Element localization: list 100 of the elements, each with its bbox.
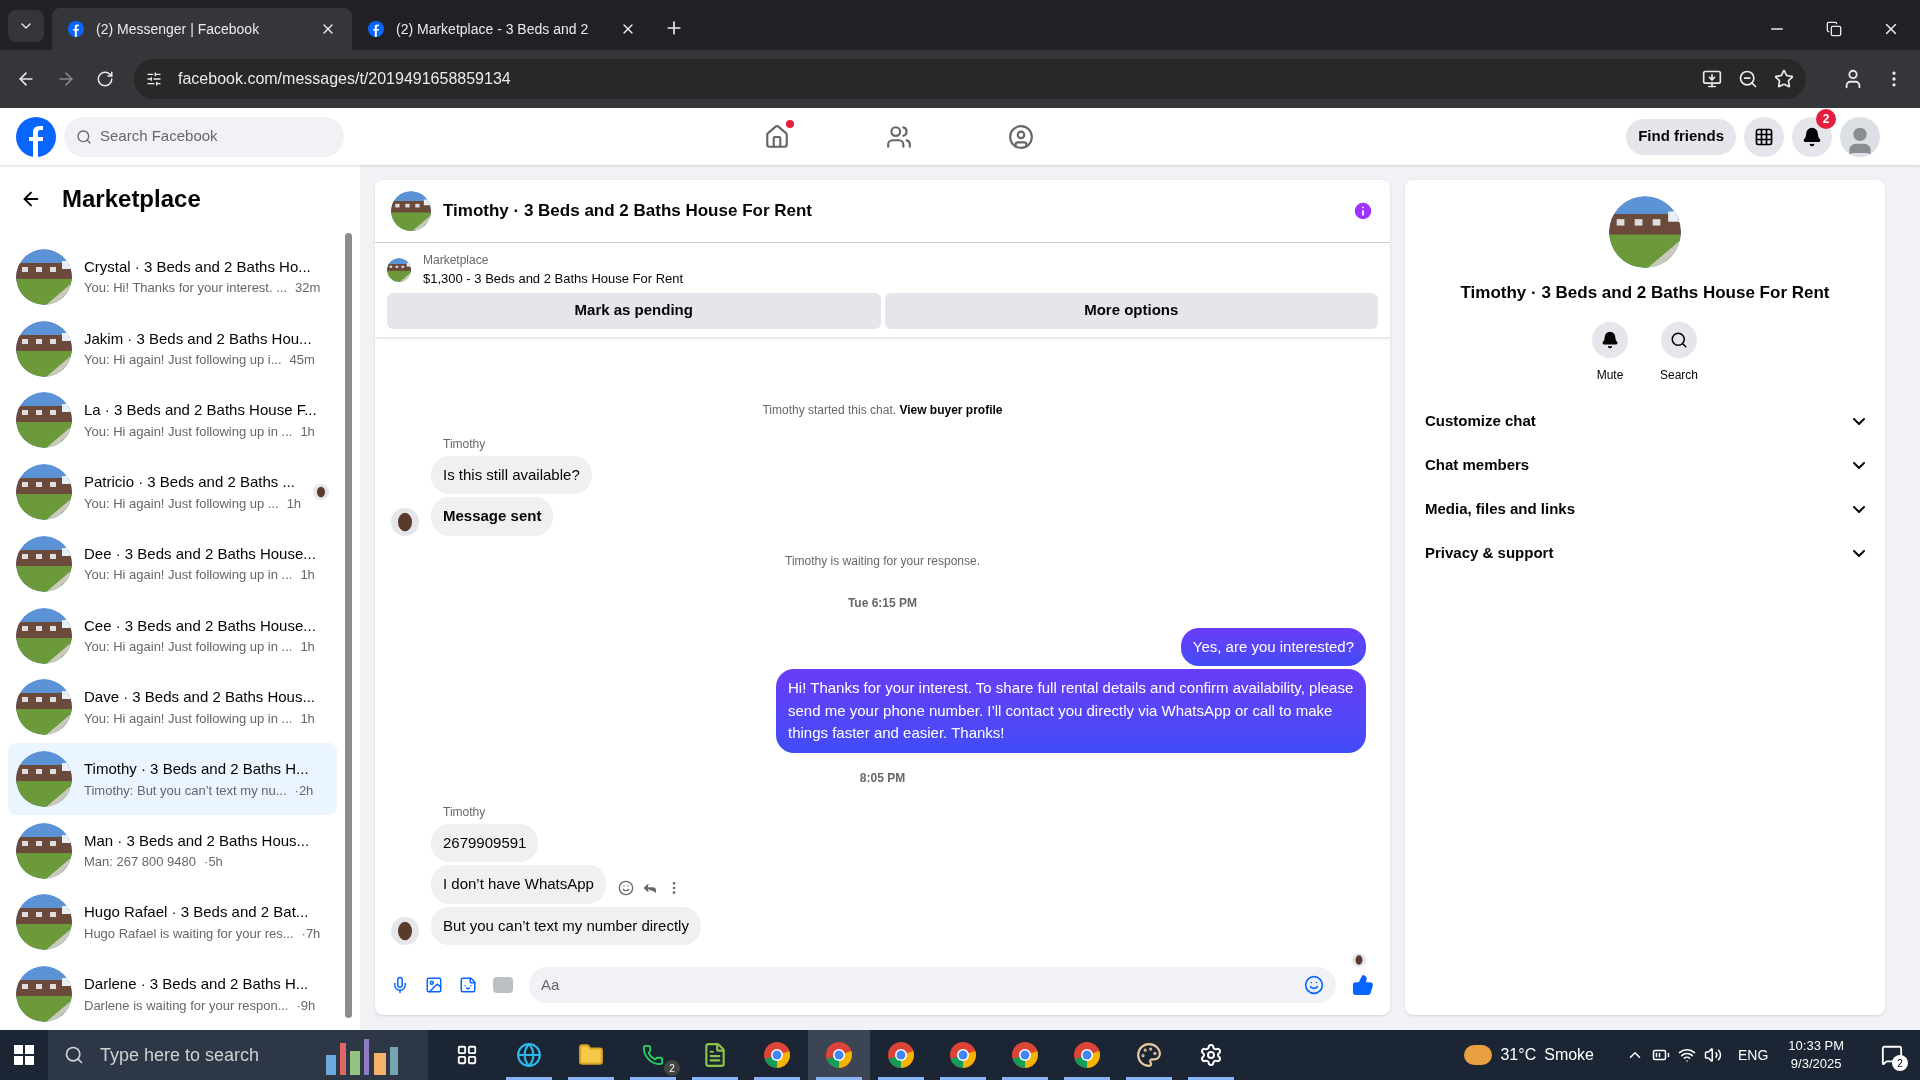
conversation-time: 32m [295, 279, 321, 298]
conversation-item[interactable]: Cee · 3 Beds and 2 Baths House... You: Hi again! Just following up in ... 1h [8, 599, 338, 672]
search-field[interactable]: Search Facebook [64, 116, 344, 157]
chrome-icon[interactable] [825, 1041, 853, 1069]
microphone-icon[interactable] [391, 976, 409, 994]
photo-icon[interactable] [425, 976, 443, 994]
timestamp: Tue 6:15 PM [847, 594, 918, 612]
site-info-icon[interactable] [146, 71, 162, 87]
conversation-title: Dee · 3 Beds and 2 Baths House... [84, 543, 317, 564]
notification-count: 2 [1892, 1055, 1908, 1071]
like-icon[interactable] [1352, 974, 1374, 996]
search-button[interactable] [1661, 321, 1697, 358]
conversation-preview: You: Hi again! Just following up in ... [84, 422, 293, 441]
bookmark-star-icon[interactable] [1774, 69, 1794, 89]
sender-name: Timothy [443, 435, 487, 453]
message-bubble: Message sent [431, 497, 554, 536]
mute-button[interactable] [1592, 321, 1628, 358]
conversation-time: 1h [300, 709, 315, 728]
chrome-icon[interactable] [949, 1041, 977, 1069]
conversation-item[interactable]: Dave · 3 Beds and 2 Baths Hous... You: Hi again! Just following up in ... 1h [8, 671, 338, 744]
chat-app-icon[interactable] [642, 1044, 664, 1066]
message-bubble: Yes, are you interested? [1180, 627, 1366, 666]
avatar-icon [1352, 953, 1366, 967]
browser-tab[interactable]: (2) Marketplace - 3 Beds and 2 [352, 8, 652, 50]
conversation-time: ·5h [204, 853, 223, 872]
conversation-preview: You: Hi again! Just following up in ... [84, 638, 293, 657]
conversation-item[interactable]: Crystal · 3 Beds and 2 Baths Ho... You: Hi! Thanks for your interest. ... 32m [8, 241, 338, 313]
volume-icon[interactable] [1704, 1046, 1722, 1064]
details-section[interactable]: Privacy & support [1413, 531, 1877, 576]
language-indicator[interactable]: ENG [1738, 1044, 1769, 1066]
info-icon[interactable] [1352, 200, 1374, 222]
weather-condition[interactable]: Smoke [1544, 1043, 1594, 1067]
settings-icon[interactable] [1199, 1043, 1223, 1067]
notepad-icon[interactable] [702, 1042, 728, 1068]
windows-logo [14, 1045, 34, 1065]
conversation-item[interactable]: Darlene · 3 Beds and 2 Baths H... Darlene is waiting for your respon... ·9h [8, 958, 338, 1030]
search-icon [1670, 330, 1688, 349]
conversation-item[interactable]: Patricio · 3 Beds and 2 Baths ... You: Hi again! Just following up ... 1h [8, 456, 338, 528]
folder-icon[interactable] [578, 1042, 604, 1068]
conversation-title: La · 3 Beds and 2 Baths House F... [84, 400, 318, 421]
conversation-preview: Hugo Rafael is waiting for your res... [84, 924, 294, 943]
conversation-time: 45m [289, 351, 315, 370]
tab-search-button[interactable] [8, 10, 44, 42]
conversation-time: 1h [300, 422, 315, 441]
conversation-item[interactable]: Man · 3 Beds and 2 Baths Hous... Man: 267 800 9480 ·5h [8, 814, 338, 887]
notifications-button[interactable]: 2 [1876, 1039, 1908, 1071]
message-bubble: 2679909591 [431, 823, 539, 862]
task-view-icon[interactable] [456, 1044, 478, 1066]
details-section[interactable]: Customize chat [1413, 399, 1877, 444]
message-input[interactable]: Aa [529, 967, 1336, 1003]
notifications-button[interactable] [1792, 116, 1832, 157]
conversation-item[interactable]: Hugo Rafael · 3 Beds and 2 Bat... Hugo Rafael is waiting for your res... ·7h [8, 886, 338, 959]
facebook-logo[interactable] [16, 116, 56, 157]
address-bar[interactable]: facebook.com/messages/t/2019491658859134 [134, 59, 1806, 99]
react-icon[interactable] [617, 879, 634, 896]
avatar-icon [391, 507, 419, 536]
conversation-item[interactable]: Jakim · 3 Beds and 2 Baths Hou... You: Hi again! Just following up i... 45m [8, 312, 338, 385]
chrome-icon[interactable] [1011, 1041, 1039, 1069]
conversation-time: 1h [300, 566, 315, 585]
conversation-title: Crystal · 3 Beds and 2 Baths Ho... [84, 256, 312, 277]
account-avatar[interactable] [1840, 116, 1880, 157]
install-icon[interactable] [1702, 69, 1722, 89]
emoji-icon[interactable] [1304, 975, 1324, 995]
conversation-time: 1h [300, 638, 315, 657]
chrome-icon[interactable] [1073, 1041, 1101, 1069]
weather-temperature[interactable]: 31°C [1500, 1043, 1537, 1067]
message-bubble: Is this still available? [431, 455, 592, 494]
sticker-icon[interactable] [459, 976, 477, 994]
conversation-title: Hugo Rafael · 3 Beds and 2 Bat... [84, 902, 310, 923]
conversation-title: Jakim · 3 Beds and 2 Baths Hou... [84, 328, 313, 349]
taskbar-search-field[interactable]: Type here to search [48, 1030, 428, 1080]
zoom-out-icon[interactable] [1738, 69, 1758, 89]
conversation-item[interactable]: La · 3 Beds and 2 Baths House F... You: Hi again! Just following up in ... 1h [8, 384, 338, 457]
menu-button[interactable] [1744, 116, 1784, 157]
listing-action-button[interactable]: More options [884, 292, 1378, 329]
conversation-preview: You: Hi again! Just following up ... [84, 494, 279, 513]
bell-icon [1601, 330, 1619, 349]
details-section[interactable]: Media, files and links [1413, 487, 1877, 532]
conversation-item[interactable]: Timothy · 3 Beds and 2 Baths H... Timothy: But you can’t text my nu... ·2h [8, 743, 338, 815]
find-friends-button[interactable]: Find friends [1626, 118, 1736, 155]
details-section[interactable]: Chat members [1413, 443, 1877, 488]
chrome-icon[interactable] [763, 1041, 791, 1069]
conversation-title: Darlene · 3 Beds and 2 Baths H... [84, 974, 310, 995]
reload-icon[interactable] [96, 70, 114, 88]
conversation-time: ·7h [301, 924, 321, 943]
paint-icon[interactable] [1136, 1042, 1162, 1068]
restore-icon[interactable] [1826, 21, 1842, 37]
browser-tab[interactable]: (2) Messenger | Facebook [52, 8, 352, 50]
conversation-preview: Timothy: But you can’t text my nu... [84, 781, 287, 800]
conversation-item[interactable]: Dee · 3 Beds and 2 Baths House... You: Hi again! Just following up in ... 1h [8, 527, 338, 600]
listing-title[interactable]: $1,300 - 3 Beds and 2 Baths House For Rent [423, 269, 684, 289]
wifi-icon[interactable] [1678, 1046, 1696, 1064]
listing-action-button[interactable]: Mark as pending [387, 292, 881, 329]
buyer-profile-link[interactable]: View buyer profile [899, 402, 1003, 417]
browser-icon[interactable] [516, 1042, 542, 1068]
clock-time[interactable]: 10:33 PM [1788, 1037, 1844, 1055]
chat-title: Timothy · 3 Beds and 2 Baths House For Rent [443, 200, 814, 223]
chrome-icon[interactable] [887, 1041, 915, 1069]
scrollbar[interactable] [345, 233, 352, 1018]
clock-date[interactable]: 9/3/2025 [1790, 1055, 1842, 1073]
